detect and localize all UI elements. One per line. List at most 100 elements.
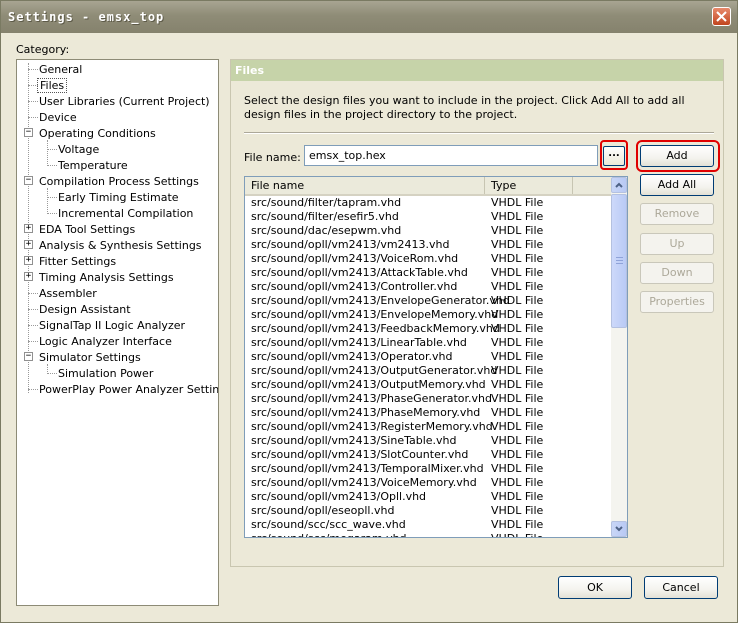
file-row[interactable]: src/sound/opll/vm2413/EnvelopeGenerator.… — [245, 294, 611, 308]
expand-timing-analysis-icon[interactable]: + — [24, 272, 33, 281]
close-button[interactable] — [712, 7, 731, 26]
file-row[interactable]: src/sound/opll/vm2413/vm2413.vhd VHDL Fil… — [245, 238, 611, 252]
file-row-name: src/sound/opll/vm2413/OutputMemory.vhd — [251, 378, 486, 391]
file-row[interactable]: src/sound/opll/vm2413/RegisterMemory.vhd… — [245, 420, 611, 434]
tree-item-analysis-synthesis[interactable]: Analysis & Synthesis Settings — [37, 238, 204, 253]
file-row[interactable]: src/sound/opll/vm2413/PhaseGenerator.vhd… — [245, 392, 611, 406]
file-row-name: src/sound/scc/megaram.vhd — [251, 532, 407, 537]
collapse-simulator-settings-icon[interactable]: − — [24, 352, 33, 361]
files-panel: Files Select the design files you want t… — [230, 59, 724, 567]
category-tree[interactable]: − − + + + + − General Files User Librari… — [16, 59, 219, 606]
file-row[interactable]: src/sound/filter/esefir5.vhd VHDL File — [245, 210, 611, 224]
cancel-button[interactable]: Cancel — [644, 576, 718, 599]
tree-item-simulator-settings[interactable]: Simulator Settings — [37, 350, 143, 365]
file-row-type: VHDL File — [491, 252, 544, 265]
file-row[interactable]: src/sound/opll/vm2413/OutputMemory.vhd VH… — [245, 378, 611, 392]
file-row-type: VHDL File — [491, 308, 544, 321]
expand-eda-tool-icon[interactable]: + — [24, 224, 33, 233]
tree-item-compilation-process[interactable]: Compilation Process Settings — [37, 174, 201, 189]
tree-item-assembler[interactable]: Assembler — [37, 286, 99, 301]
file-row-name: src/sound/filter/tapram.vhd — [251, 196, 402, 209]
window-title: Settings - emsx_top — [8, 10, 165, 24]
list-header: File name Type — [245, 177, 611, 196]
tree-item-timing-analysis[interactable]: Timing Analysis Settings — [37, 270, 176, 285]
file-row[interactable]: src/sound/opll/vm2413/TemporalMixer.vhd V… — [245, 462, 611, 476]
file-row-name: src/sound/opll/vm2413/LinearTable.vhd — [251, 336, 467, 349]
collapse-operating-conditions-icon[interactable]: − — [24, 128, 33, 137]
browse-highlight — [600, 140, 628, 170]
file-row-type: VHDL File — [491, 196, 544, 209]
panel-description: Select the design files you want to incl… — [244, 94, 685, 121]
file-row-type: VHDL File — [491, 322, 544, 335]
close-icon — [716, 11, 727, 22]
file-list[interactable]: File name Type src/sound/filter/tapram.v… — [244, 176, 628, 538]
file-row-name: src/sound/opll/vm2413/PhaseGenerator.vhd — [251, 392, 492, 405]
file-row[interactable]: src/sound/opll/vm2413/VoiceRom.vhd VHDL F… — [245, 252, 611, 266]
file-row-name: src/sound/opll/vm2413/Controller.vhd — [251, 280, 458, 293]
tree-item-operating-conditions[interactable]: Operating Conditions — [37, 126, 158, 141]
tree-connector — [47, 188, 48, 212]
tree-item-logic-analyzer-interface[interactable]: Logic Analyzer Interface — [37, 334, 174, 349]
file-row[interactable]: src/sound/opll/vm2413/OutputGenerator.vh… — [245, 364, 611, 378]
tree-item-files[interactable]: Files — [37, 78, 68, 93]
title-bar[interactable]: Settings - emsx_top — [1, 1, 737, 33]
tree-item-simulation-power[interactable]: Simulation Power — [56, 366, 155, 381]
column-header-type[interactable]: Type — [485, 177, 573, 194]
file-row[interactable]: src/sound/opll/vm2413/VoiceMemory.vhd VHD… — [245, 476, 611, 490]
file-row-type: VHDL File — [491, 280, 544, 293]
file-row[interactable]: src/sound/dac/esepwm.vhd VHDL File — [245, 224, 611, 238]
tree-item-design-assistant[interactable]: Design Assistant — [37, 302, 133, 317]
file-row-type: VHDL File — [491, 336, 544, 349]
file-row-type: VHDL File — [491, 224, 544, 237]
panel-header: Files — [231, 60, 723, 81]
file-row[interactable]: src/sound/opll/vm2413/SineTable.vhd VHDL … — [245, 434, 611, 448]
file-row[interactable]: src/sound/opll/vm2413/Controller.vhd VHDL… — [245, 280, 611, 294]
scroll-down-button[interactable] — [611, 521, 627, 537]
file-row[interactable]: src/sound/opll/vm2413/SlotCounter.vhd VHD… — [245, 448, 611, 462]
scroll-up-button[interactable] — [611, 177, 627, 193]
tree-item-user-libraries[interactable]: User Libraries (Current Project) — [37, 94, 212, 109]
add-all-button[interactable]: Add All — [640, 174, 714, 196]
file-row[interactable]: src/sound/opll/vm2413/PhaseMemory.vhd VHD… — [245, 406, 611, 420]
up-button[interactable]: Up — [640, 233, 714, 255]
file-name-label: File name: — [244, 151, 301, 164]
file-row[interactable]: src/sound/filter/tapram.vhd VHDL File — [245, 196, 611, 210]
tree-item-early-timing-estimate[interactable]: Early Timing Estimate — [56, 190, 181, 205]
file-row[interactable]: src/sound/opll/vm2413/FeedbackMemory.vhd… — [245, 322, 611, 336]
tree-item-powerplay[interactable]: PowerPlay Power Analyzer Settings — [37, 382, 218, 397]
file-row[interactable]: src/sound/opll/vm2413/Operator.vhd VHDL F… — [245, 350, 611, 364]
tree-item-fitter-settings[interactable]: Fitter Settings — [37, 254, 118, 269]
expand-fitter-settings-icon[interactable]: + — [24, 256, 33, 265]
tree-item-incremental-compilation[interactable]: Incremental Compilation — [56, 206, 195, 221]
file-row-type: VHDL File — [491, 434, 544, 447]
expand-analysis-synthesis-icon[interactable]: + — [24, 240, 33, 249]
tree-item-temperature[interactable]: Temperature — [56, 158, 130, 173]
file-row-name: src/sound/dac/esepwm.vhd — [251, 224, 402, 237]
file-row[interactable]: src/sound/opll/vm2413/LinearTable.vhd VHD… — [245, 336, 611, 350]
down-button[interactable]: Down — [640, 262, 714, 284]
file-row-name: src/sound/opll/vm2413/SineTable.vhd — [251, 434, 457, 447]
file-row[interactable]: src/sound/scc/scc_wave.vhd VHDL File — [245, 518, 611, 532]
vertical-scrollbar[interactable] — [611, 177, 627, 537]
file-row[interactable]: src/sound/opll/vm2413/AttackTable.vhd VHD… — [245, 266, 611, 280]
tree-item-general[interactable]: General — [37, 62, 84, 77]
category-label: Category: — [16, 43, 70, 56]
file-row[interactable]: src/sound/opll/vm2413/EnvelopeMemory.vhd… — [245, 308, 611, 322]
tree-item-voltage[interactable]: Voltage — [56, 142, 101, 157]
column-header-file-name[interactable]: File name — [245, 177, 485, 194]
file-row[interactable]: src/sound/opll/eseopll.vhd VHDL File — [245, 504, 611, 518]
tree-item-device[interactable]: Device — [37, 110, 79, 125]
file-row-type: VHDL File — [491, 476, 544, 489]
properties-button[interactable]: Properties — [640, 291, 714, 313]
scroll-thumb[interactable] — [611, 194, 627, 328]
remove-button[interactable]: Remove — [640, 203, 714, 225]
tree-item-signaltap[interactable]: SignalTap II Logic Analyzer — [37, 318, 187, 333]
file-row[interactable]: src/sound/scc/megaram.vhd VHDL File — [245, 532, 611, 537]
tree-item-eda-tool-settings[interactable]: EDA Tool Settings — [37, 222, 137, 237]
file-row[interactable]: src/sound/opll/vm2413/Opll.vhd VHDL File — [245, 490, 611, 504]
file-row-name: src/sound/filter/esefir5.vhd — [251, 210, 399, 223]
file-name-input[interactable] — [304, 145, 598, 166]
scroll-grip — [616, 260, 623, 261]
collapse-compilation-process-icon[interactable]: − — [24, 176, 33, 185]
ok-button[interactable]: OK — [558, 576, 632, 599]
